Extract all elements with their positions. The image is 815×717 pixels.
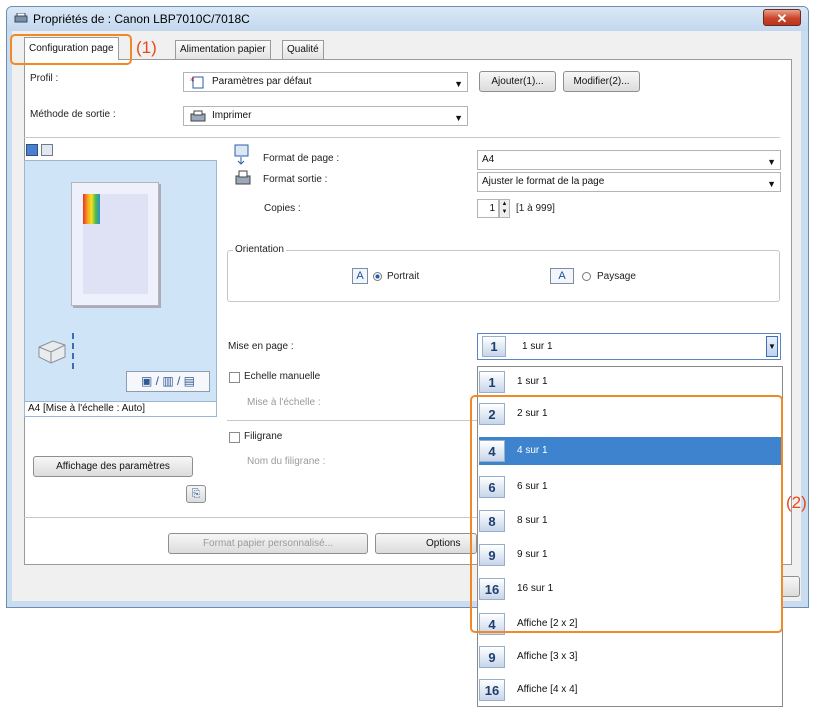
portrait-icon: A	[352, 268, 368, 284]
layout-option-label: Affiche [4 x 4]	[517, 684, 578, 695]
profile-icon: *	[190, 76, 204, 89]
page-size-icon	[234, 144, 249, 165]
landscape-radio[interactable]	[582, 272, 591, 281]
output-size-value: Ajuster le format de la page	[482, 176, 605, 187]
profile-select[interactable]: * Paramètres par défaut ▼	[183, 72, 468, 92]
copies-input[interactable]: 1	[477, 199, 499, 218]
tab-configuration-page[interactable]: Configuration page	[24, 37, 119, 60]
watermark-name-label: Nom du filigrane :	[247, 456, 326, 467]
window-title: Propriétés de : Canon LBP7010C/7018C	[33, 12, 250, 26]
divider	[227, 420, 477, 421]
portrait-label: Portrait	[387, 271, 420, 282]
orientation-legend: Orientation	[233, 244, 286, 255]
svg-text:*: *	[190, 77, 195, 87]
printer-icon	[38, 340, 66, 364]
layout-option[interactable]: 16 Affiche [4 x 4]	[479, 676, 781, 704]
divider	[24, 137, 780, 138]
sample-image	[83, 194, 100, 224]
chevron-down-icon: ▼	[454, 113, 463, 123]
tab-paper-source[interactable]: Alimentation papier	[175, 40, 271, 59]
output-method-label: Méthode de sortie :	[30, 109, 116, 120]
page-size-select[interactable]: A4 ▼	[477, 150, 781, 170]
output-size-icon	[235, 170, 251, 185]
tab-quality[interactable]: Qualité	[282, 40, 324, 59]
output-method-value: Imprimer	[212, 110, 252, 121]
manual-scale-checkbox[interactable]	[229, 372, 240, 383]
chevron-down-icon[interactable]: ▼	[766, 336, 778, 357]
preview-status: A4 [Mise à l'échelle : Auto]	[24, 402, 217, 417]
chevron-down-icon: ▼	[767, 157, 776, 167]
custom-paper-size-button[interactable]: Format papier personnalisé...	[168, 533, 368, 554]
chevron-down-icon: ▼	[454, 79, 463, 89]
layout-num-icon: 1	[479, 371, 505, 393]
add-profile-button[interactable]: Ajouter(1)...	[479, 71, 556, 92]
preview-layout-buttons[interactable]: ▣ / ▥ / ▤	[126, 371, 210, 392]
scale-label: Mise à l'échelle :	[247, 397, 321, 408]
layout-option-label: Affiche [3 x 3]	[517, 651, 578, 662]
title-bar[interactable]: Propriétés de : Canon LBP7010C/7018C ✕	[7, 7, 808, 31]
page-preview	[71, 182, 159, 306]
watermark-checkbox[interactable]	[229, 432, 240, 443]
profile-value: Paramètres par défaut	[212, 76, 312, 87]
page-size-value: A4	[482, 154, 495, 165]
layout-option[interactable]: 1 1 sur 1	[479, 368, 781, 396]
options-button[interactable]: Options	[375, 533, 477, 554]
output-size-select[interactable]: Ajuster le format de la page ▼	[477, 172, 781, 192]
layout-selected-text: 1 sur 1	[522, 341, 553, 352]
layout-num-icon: 16	[479, 679, 505, 701]
portrait-radio[interactable]	[373, 272, 382, 281]
profile-label: Profil :	[30, 73, 59, 84]
page-size-label: Format de page :	[263, 153, 340, 164]
copies-label: Copies :	[264, 203, 301, 214]
show-settings-button[interactable]: Affichage des paramètres	[33, 456, 193, 477]
copies-range: [1 à 999]	[516, 203, 555, 214]
landscape-icon: A	[550, 268, 574, 284]
orientation-group	[227, 250, 780, 302]
divider	[24, 517, 477, 518]
output-size-label: Format sortie :	[263, 174, 328, 185]
output-method-select[interactable]: Imprimer ▼	[183, 106, 468, 126]
callout-box-2	[470, 395, 783, 633]
printer-icon	[14, 13, 28, 23]
printer-view-icon[interactable]	[41, 144, 53, 156]
edit-profile-button[interactable]: Modifier(2)...	[563, 71, 640, 92]
landscape-label: Paysage	[597, 271, 636, 282]
close-icon[interactable]: ✕	[763, 9, 801, 26]
layout-selected-num: 1	[482, 336, 506, 357]
callout-label-2: (2)	[786, 493, 807, 512]
layout-select[interactable]: 1 1 sur 1 ▼	[477, 333, 781, 360]
layout-option[interactable]: 9 Affiche [3 x 3]	[479, 643, 781, 671]
watermark-label: Filigrane	[244, 431, 283, 442]
layout-option-label: 1 sur 1	[517, 376, 548, 387]
printer-icon	[190, 110, 206, 122]
chevron-down-icon: ▼	[767, 179, 776, 189]
copies-spinner[interactable]: ▲ ▼	[499, 199, 510, 218]
callout-label-1: (1)	[136, 38, 157, 57]
dimension-marker	[72, 333, 76, 369]
page-view-icon[interactable]	[26, 144, 38, 156]
layout-num-icon: 9	[479, 646, 505, 668]
layout-label: Mise en page :	[228, 341, 294, 352]
restore-defaults-icon[interactable]: ⎘	[186, 485, 206, 503]
manual-scale-label: Echelle manuelle	[244, 371, 321, 382]
